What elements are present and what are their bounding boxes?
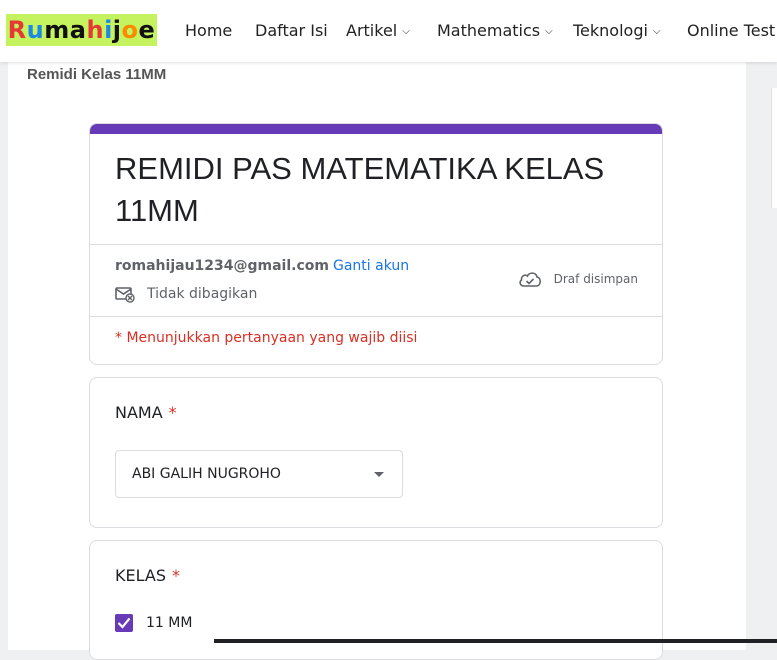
question-label: NAMA * [115, 403, 177, 422]
not-shared-status: Tidak dibagikan [115, 285, 257, 303]
form-accent-bar [90, 124, 662, 134]
chevron-down-icon: ⌵ [652, 26, 661, 37]
form-header-card: REMIDI PAS MATEMATIKA KELAS 11MM romahij… [89, 123, 663, 365]
draft-status: Draf disimpan [518, 270, 638, 288]
required-note: * Menunjukkan pertanyaan yang wajib diis… [115, 330, 418, 346]
checkbox-label: 11 MM [146, 615, 193, 631]
draft-status-label: Draf disimpan [553, 272, 638, 286]
divider [90, 244, 662, 245]
post-title: Remidi Kelas 11MM [27, 66, 167, 83]
account-info: romahijau1234@gmail.com Ganti akun [115, 258, 409, 274]
question-title: KELAS [115, 566, 166, 585]
question-label: KELAS * [115, 566, 180, 585]
main-nav: Home Daftar Isi Artikel ⌵ Mathematics ⌵ Te… [0, 0, 777, 62]
nav-item-teknologi[interactable]: Teknologi ⌵ [573, 21, 661, 40]
sidebar-edge [771, 88, 777, 208]
top-navigation-bar: Rumahijoe Home Daftar Isi Artikel ⌵ Mathe… [0, 0, 777, 62]
nav-item-label: Mathematics [437, 21, 541, 40]
cloud-check-icon [518, 272, 541, 287]
nav-item-online-test[interactable]: Online Test [687, 21, 775, 40]
checkmark-icon [117, 617, 131, 629]
mail-off-icon [115, 287, 135, 303]
checkbox-option[interactable]: 11 MM [115, 614, 192, 632]
nav-item-label: Teknologi [573, 21, 648, 40]
question-title: NAMA [115, 403, 163, 422]
form-title: REMIDI PAS MATEMATIKA KELAS 11MM [115, 151, 605, 228]
required-asterisk: * [168, 403, 177, 422]
dropdown-selected-value: ABI GALIH NUGROHO [132, 466, 281, 482]
nav-item-artikel[interactable]: Artikel ⌵ [346, 21, 410, 40]
nav-item-daftar-isi[interactable]: Daftar Isi [255, 21, 328, 40]
nama-dropdown[interactable]: ABI GALIH NUGROHO [115, 450, 403, 498]
checkbox-checked[interactable] [115, 614, 133, 632]
nav-item-label: Home [185, 21, 233, 40]
dropdown-arrow-icon [374, 472, 384, 477]
nav-item-label: Artikel [346, 21, 398, 40]
chevron-down-icon: ⌵ [545, 26, 553, 37]
divider [90, 316, 662, 317]
nav-item-mathematics[interactable]: Mathematics ⌵ [437, 21, 553, 40]
nav-item-home[interactable]: Home [185, 21, 232, 40]
question-card-nama: NAMA * ABI GALIH NUGROHO [89, 377, 663, 528]
required-asterisk: * [171, 566, 180, 585]
bottom-strip [214, 639, 777, 643]
nav-item-label: Online Test [687, 21, 776, 40]
not-shared-label: Tidak dibagikan [147, 286, 258, 302]
chevron-down-icon: ⌵ [402, 26, 410, 37]
switch-account-link[interactable]: Ganti akun [333, 258, 409, 274]
nav-item-label: Daftar Isi [255, 21, 328, 40]
account-email: romahijau1234@gmail.com [115, 258, 329, 274]
